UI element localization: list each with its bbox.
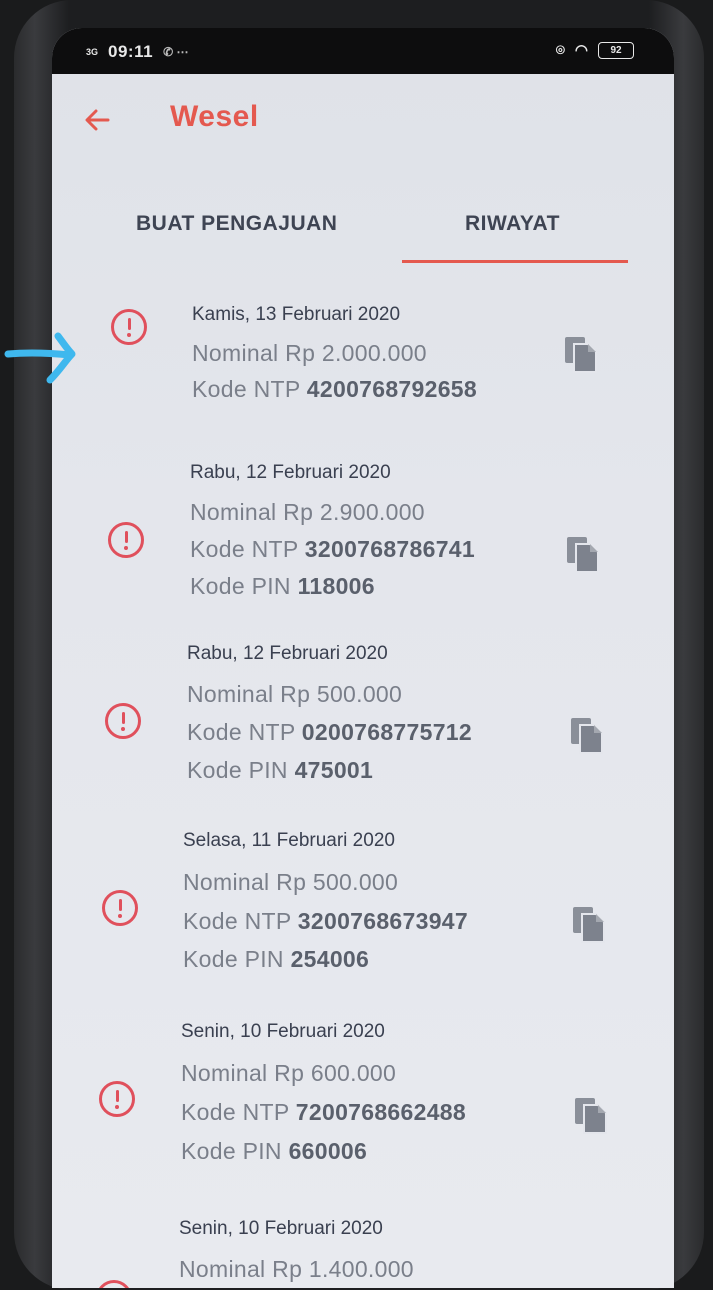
tab-bar: BUAT PENGAJUAN RIWAYAT (52, 184, 674, 264)
item-nominal: Nominal Rp 600.000 (181, 1060, 397, 1086)
copy-icon[interactable] (570, 904, 608, 946)
annotation-arrow-icon (4, 332, 76, 384)
item-nominal: Nominal Rp 500.000 (183, 869, 399, 895)
item-nominal: Nominal Rp 500.000 (187, 681, 403, 707)
copy-icon[interactable] (572, 1095, 610, 1137)
arrow-left-icon[interactable] (78, 100, 118, 140)
alert-circle-icon (105, 703, 141, 739)
item-kode-pin: Kode PIN 118006 (190, 573, 375, 599)
item-date: Senin, 10 Februari 2020 (181, 1021, 385, 1042)
alert-circle-icon (99, 1081, 135, 1117)
item-kode-ntp: Kode NTP 7200768662488 (181, 1099, 466, 1125)
item-date: Rabu, 12 Februari 2020 (190, 462, 391, 483)
wifi-icon: ◠ (574, 42, 588, 59)
tab-buat-pengajuan[interactable]: BUAT PENGAJUAN (136, 212, 337, 236)
status-bar: 3G 09:11 ✆ ⋯ ⌾ ◠ 92 (52, 28, 674, 74)
alert-circle-icon (96, 1280, 132, 1288)
copy-icon[interactable] (562, 334, 600, 376)
item-kode-ntp: Kode NTP 3200768786741 (190, 536, 475, 562)
location-icon: ⌾ (555, 41, 565, 59)
item-date: Senin, 10 Februari 2020 (179, 1218, 383, 1239)
item-date: Kamis, 13 Februari 2020 (192, 304, 401, 325)
tab-riwayat[interactable]: RIWAYAT (465, 212, 560, 236)
page-title: Wesel (170, 100, 259, 133)
alert-circle-icon (102, 890, 138, 926)
copy-icon[interactable] (564, 534, 602, 576)
app-bar: Wesel (52, 74, 674, 184)
tab-selected-indicator (402, 260, 628, 263)
item-kode-pin: Kode PIN 475001 (187, 757, 374, 783)
item-kode-ntp: Kode NTP 3200768673947 (183, 908, 468, 934)
item-nominal: Nominal Rp 2.900.000 (190, 499, 425, 525)
item-nominal: Nominal Rp 2.000.000 (192, 340, 427, 366)
item-kode-ntp: Kode NTP 0200768775712 (187, 719, 472, 745)
app-screen: 3G 09:11 ✆ ⋯ ⌾ ◠ 92 Wesel BUAT PENGAJUAN… (52, 28, 674, 1288)
alert-circle-icon (108, 522, 144, 558)
battery-icon: 92 (598, 41, 634, 59)
notification-icons: ✆ ⋯ (163, 45, 189, 59)
alert-circle-icon (111, 309, 147, 345)
item-kode-pin: Kode PIN 660006 (181, 1138, 368, 1164)
item-nominal: Nominal Rp 1.400.000 (179, 1256, 414, 1282)
network-signal-icon: 3G (86, 47, 99, 57)
item-kode-pin: Kode PIN 254006 (183, 946, 370, 972)
item-kode-ntp: Kode NTP 4200768792658 (192, 376, 477, 402)
copy-icon[interactable] (568, 715, 606, 757)
status-time: 09:11 (108, 42, 154, 61)
item-date: Selasa, 11 Februari 2020 (183, 830, 395, 851)
item-date: Rabu, 12 Februari 2020 (187, 643, 388, 664)
